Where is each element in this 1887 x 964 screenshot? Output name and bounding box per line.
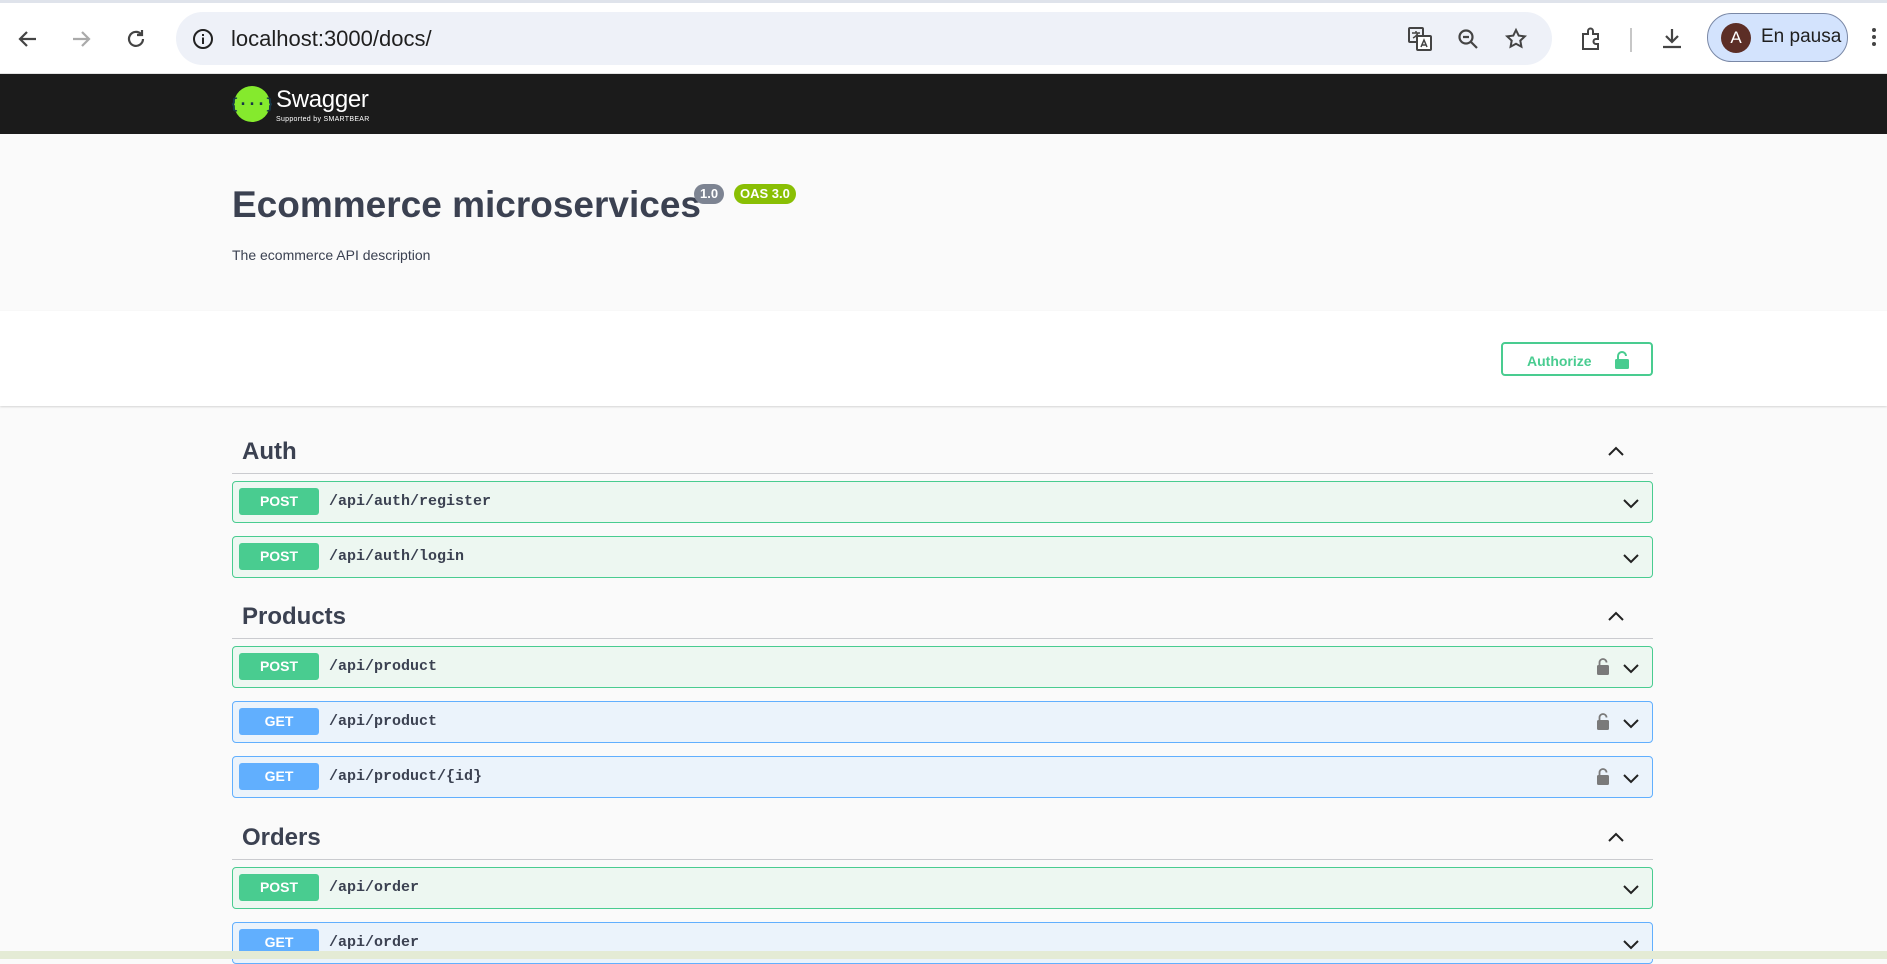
operation-path: /api/order xyxy=(329,879,420,896)
operation-get-products[interactable]: GET /api/product xyxy=(232,701,1653,743)
operation-path: /api/auth/login xyxy=(329,548,465,565)
operation-path: /api/product/{id} xyxy=(329,768,483,785)
tag-auth[interactable]: Auth xyxy=(232,428,1653,474)
page-title: Ecommerce microservices xyxy=(232,184,701,225)
reload-button[interactable] xyxy=(116,19,156,59)
operation-path: /api/product xyxy=(329,713,438,730)
chevron-down-icon[interactable] xyxy=(1620,492,1642,514)
chevron-down-icon[interactable] xyxy=(1620,878,1642,900)
chevron-down-icon[interactable] xyxy=(1620,547,1642,569)
lock-icon[interactable] xyxy=(1596,712,1610,731)
lock-icon[interactable] xyxy=(1596,767,1610,786)
extensions-icon[interactable] xyxy=(1574,21,1610,57)
svg-text:{···}: {···} xyxy=(232,95,272,113)
zoom-icon[interactable] xyxy=(1453,24,1483,54)
arrow-left-icon xyxy=(18,31,36,47)
bookmark-star-icon[interactable] xyxy=(1501,24,1531,54)
profile-status: En pausa xyxy=(1761,26,1842,47)
translate-icon[interactable] xyxy=(1405,24,1435,54)
forward-button[interactable] xyxy=(61,19,101,59)
operation-post-auth-login[interactable]: POST /api/auth/login xyxy=(232,536,1653,578)
back-button[interactable] xyxy=(8,19,48,59)
profile-button[interactable]: A En pausa xyxy=(1707,13,1848,62)
authorize-button[interactable]: Authorize xyxy=(1501,342,1653,376)
method-badge: POST xyxy=(239,874,319,901)
chevron-down-icon[interactable] xyxy=(1620,712,1642,734)
tag-products[interactable]: Products xyxy=(232,593,1653,639)
version-badge: 1.0 xyxy=(694,184,725,204)
unlocked-icon xyxy=(1615,351,1629,369)
operation-path: /api/order xyxy=(329,934,420,951)
swagger-logo-icon: {···} xyxy=(232,86,272,122)
site-info-icon[interactable] xyxy=(190,26,216,52)
operation-path: /api/product xyxy=(329,658,438,675)
arrow-right-icon xyxy=(73,31,91,47)
tag-title: Products xyxy=(242,603,347,630)
api-description: The ecommerce API description xyxy=(232,247,431,263)
method-badge: POST xyxy=(239,543,319,570)
api-info: Ecommerce microservices 1.0 OAS 3.0 The … xyxy=(0,134,1887,311)
chevron-down-icon[interactable] xyxy=(1620,657,1642,679)
tag-title: Auth xyxy=(242,438,297,465)
url-text[interactable]: localhost:3000/docs/ xyxy=(231,26,432,52)
swagger-sub: Supported by SMARTBEAR xyxy=(276,116,370,123)
oas-badge: OAS 3.0 xyxy=(734,184,796,204)
avatar: A xyxy=(1721,23,1751,53)
operation-post-product[interactable]: POST /api/product xyxy=(232,646,1653,688)
tag-orders[interactable]: Orders xyxy=(232,814,1653,860)
chevron-up-icon[interactable] xyxy=(1605,605,1627,627)
chevron-up-icon[interactable] xyxy=(1605,440,1627,462)
bottom-strip xyxy=(0,951,1887,959)
browser-menu-icon[interactable] xyxy=(1869,25,1879,53)
method-badge: POST xyxy=(239,653,319,680)
operation-get-product-by-id[interactable]: GET /api/product/{id} xyxy=(232,756,1653,798)
method-badge: POST xyxy=(239,488,319,515)
method-badge: GET xyxy=(239,708,319,735)
operation-post-auth-register[interactable]: POST /api/auth/register xyxy=(232,481,1653,523)
authorize-label: Authorize xyxy=(1527,353,1592,369)
operation-post-order[interactable]: POST /api/order xyxy=(232,867,1653,909)
chevron-up-icon[interactable] xyxy=(1605,826,1627,848)
toolbar-separator xyxy=(1630,28,1632,52)
swagger-brand: Swagger xyxy=(276,86,369,113)
method-badge: GET xyxy=(239,763,319,790)
swagger-topbar: {···} Swagger Supported by SMARTBEAR xyxy=(0,74,1887,134)
lock-icon[interactable] xyxy=(1596,657,1610,676)
scheme-container: Authorize xyxy=(0,311,1887,406)
chevron-down-icon[interactable] xyxy=(1620,767,1642,789)
address-bar[interactable]: localhost:3000/docs/ xyxy=(176,12,1552,65)
operation-path: /api/auth/register xyxy=(329,493,492,510)
browser-toolbar: localhost:3000/docs/ A En pausa xyxy=(0,3,1887,74)
download-icon[interactable] xyxy=(1654,21,1690,57)
reload-icon xyxy=(127,30,145,47)
tag-title: Orders xyxy=(242,824,321,851)
